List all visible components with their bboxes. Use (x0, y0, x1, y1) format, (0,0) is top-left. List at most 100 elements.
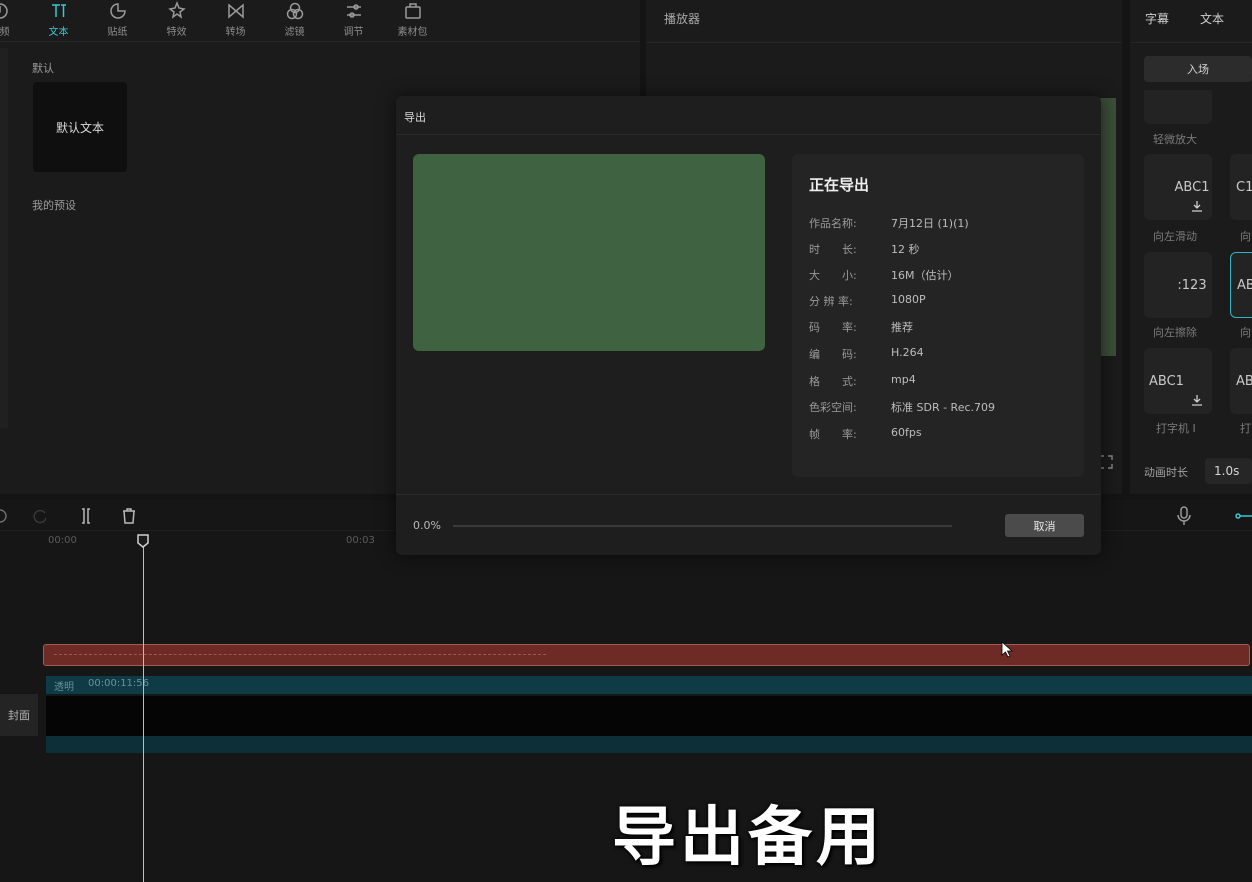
info-label-resolution: 分 辨 率: (809, 295, 853, 308)
tab-effects-label: 特效 (166, 27, 187, 38)
default-text-card[interactable]: 默认文本 (33, 82, 127, 172)
anim-label: 打字机 I (1156, 422, 1196, 435)
info-value-bitrate: 推荐 (891, 321, 913, 334)
anim-card-partial-selected[interactable]: AB (1230, 252, 1252, 318)
delete-icon[interactable] (120, 507, 138, 525)
audio-icon (0, 3, 8, 19)
anim-card-text: ABC1 (1174, 179, 1210, 195)
anim-card-text: C12 (1236, 179, 1252, 195)
anim-label: 向左擦除 (1153, 326, 1197, 339)
tab-filter-label: 滤镜 (284, 27, 305, 38)
download-icon (1192, 201, 1202, 212)
in-animation-button[interactable]: 入场 (1144, 56, 1252, 82)
dialog-footer-divider (396, 494, 1101, 495)
anim-card-wipe-left[interactable]: :123 (1144, 252, 1212, 318)
video-track-strip (46, 736, 1252, 753)
text-track-duration: 00:00:11:56 (88, 678, 150, 689)
video-track-clip[interactable] (46, 696, 1252, 736)
info-value-codec: H.264 (891, 346, 924, 359)
section-mypreset-heading: 我的预设 (32, 199, 76, 212)
anim-card-partial[interactable]: AB (1230, 348, 1252, 414)
material-toolbar: 音频 文本 贴纸 特效 转场 滤镜 调节 素材包 (0, 0, 640, 42)
anim-card-text: :123 (1177, 277, 1207, 293)
player-canvas (1100, 98, 1116, 356)
redo-icon[interactable] (32, 507, 50, 525)
anim-label: 向 (1240, 326, 1251, 339)
export-progress-percent: 0.0% (413, 519, 441, 532)
info-value-size: 16M（估计） (891, 269, 959, 282)
info-label-colorspace: 色彩空间: (809, 401, 857, 414)
text-track-clip[interactable] (46, 676, 1252, 694)
info-value-framerate: 60fps (891, 426, 922, 439)
text-icon (51, 4, 66, 17)
player-header-divider (646, 42, 1122, 43)
export-status-title: 正在导出 (809, 176, 870, 194)
audio-waveform (54, 654, 546, 658)
tab-adjust[interactable]: 调节 (324, 0, 383, 42)
cancel-button[interactable]: 取消 (1005, 514, 1084, 537)
tab-text-label: 文本 (48, 27, 69, 38)
info-label-duration: 时 长: (809, 243, 857, 256)
info-value-name: 7月12日 (1)(1) (891, 217, 969, 230)
info-label-bitrate: 码 率: (809, 321, 857, 334)
tab-sticker-label: 贴纸 (107, 27, 128, 38)
info-label-format: 格 式: (809, 375, 857, 388)
ruler-label: 00:03 (346, 535, 375, 546)
ruler-label: 00:00 (48, 535, 77, 546)
tab-text[interactable]: 文本 (29, 0, 88, 42)
playhead-handle-icon[interactable] (137, 534, 149, 548)
tab-adjust-label: 调节 (343, 27, 364, 38)
anim-card-text: ABC1 (1149, 373, 1184, 389)
info-label-framerate: 帧 率: (809, 428, 857, 441)
linkage-icon[interactable] (1234, 508, 1252, 524)
mouse-cursor-icon (1001, 641, 1013, 658)
anim-label: 向 (1240, 230, 1251, 243)
anim-card-light-zoom[interactable] (1144, 90, 1212, 124)
effects-icon (167, 1, 186, 19)
sticker-icon (109, 3, 126, 19)
playhead-line[interactable] (143, 545, 144, 882)
section-default-heading: 默认 (32, 62, 54, 75)
anim-card-text: AB (1236, 373, 1252, 389)
tab-text-props[interactable]: 文本 (1200, 10, 1224, 27)
player-title: 播放器 (664, 12, 701, 26)
tab-effects[interactable]: 特效 (147, 0, 206, 42)
tab-sticker[interactable]: 贴纸 (88, 0, 147, 42)
download-icon (1192, 395, 1202, 406)
tab-filter[interactable]: 滤镜 (265, 0, 324, 42)
tab-subtitle[interactable]: 字幕 (1145, 10, 1169, 27)
text-track-name: 透明 (54, 682, 74, 693)
anim-duration-input[interactable]: 1.0s (1205, 458, 1252, 484)
anim-label: 打 (1240, 422, 1251, 435)
video-caption: 导出备用 (612, 801, 884, 875)
transition-icon (227, 3, 244, 19)
anim-label: 向左滑动 (1153, 230, 1197, 243)
split-icon[interactable] (77, 507, 95, 525)
undo-icon[interactable] (0, 507, 9, 525)
adjust-icon (346, 4, 361, 18)
cover-button[interactable]: 封面 (0, 694, 38, 736)
tab-audio[interactable]: 音频 (0, 0, 29, 42)
info-value-format: mp4 (891, 373, 916, 386)
right-header-divider (1130, 42, 1252, 43)
dialog-title: 导出 (404, 111, 426, 124)
info-label-name: 作品名称: (809, 217, 857, 230)
anim-duration-label: 动画时长 (1144, 466, 1188, 479)
tab-transition-label: 转场 (225, 27, 246, 38)
export-progress-bar (453, 525, 952, 527)
dialog-header-divider (396, 134, 1101, 135)
tab-transition[interactable]: 转场 (206, 0, 265, 42)
tab-material-pack-label: 素材包 (397, 27, 428, 38)
info-value-colorspace: 标准 SDR - Rec.709 (891, 401, 996, 414)
tab-material-pack[interactable]: 素材包 (383, 0, 442, 42)
anim-card-partial[interactable]: C12 (1230, 154, 1252, 220)
anim-label: 轻微放大 (1153, 133, 1197, 146)
info-value-resolution: 1080P (891, 293, 926, 306)
tab-audio-label: 音频 (0, 27, 10, 38)
info-label-codec: 编 码: (809, 348, 857, 361)
export-preview-thumbnail (413, 154, 765, 351)
info-label-size: 大 小: (809, 269, 857, 282)
info-value-duration: 12 秒 (891, 243, 920, 256)
left-rail (0, 48, 8, 428)
microphone-icon[interactable] (1176, 506, 1192, 526)
